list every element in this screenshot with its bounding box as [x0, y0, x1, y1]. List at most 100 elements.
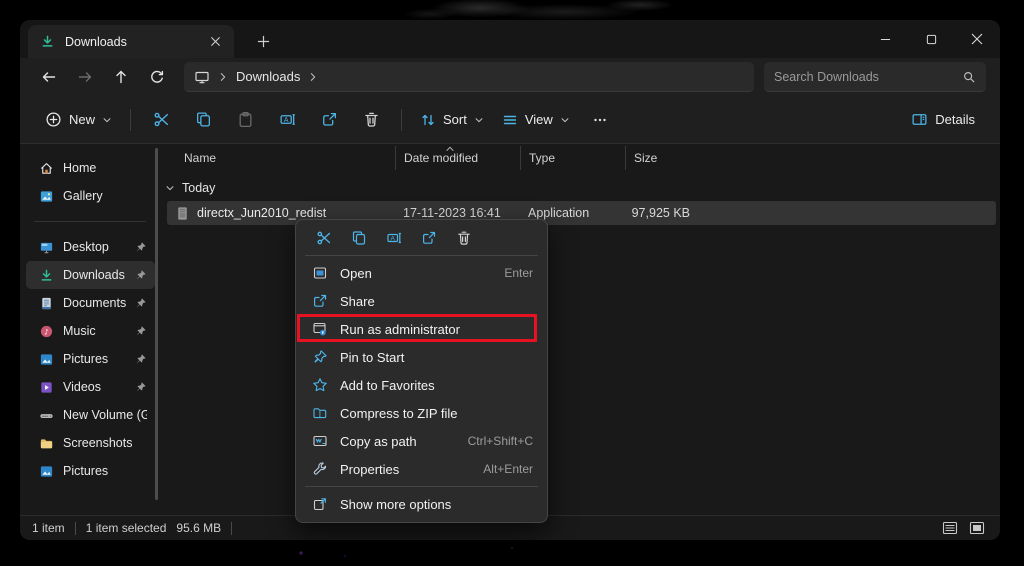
sidebar-item-label: Videos: [63, 380, 101, 394]
pin-to-start-icon: [312, 349, 328, 365]
maximize-button[interactable]: [908, 20, 954, 58]
home-icon: [39, 161, 54, 176]
search-input[interactable]: [774, 70, 962, 84]
close-button[interactable]: [954, 20, 1000, 58]
file-size: 97,925 KB: [625, 206, 700, 220]
copy-as-path-icon: [312, 433, 328, 449]
menu-item-label: Compress to ZIP file: [340, 406, 458, 421]
file-name: directx_Jun2010_redist: [197, 206, 326, 220]
new-button[interactable]: New: [36, 104, 121, 135]
sidebar-item-pictures-2[interactable]: Pictures: [26, 457, 155, 485]
view-button-label: View: [525, 112, 553, 127]
share-icon[interactable]: [411, 224, 446, 252]
up-icon[interactable]: [106, 62, 136, 92]
delete-icon[interactable]: [446, 224, 481, 252]
back-icon[interactable]: [34, 62, 64, 92]
copy-icon[interactable]: [341, 224, 376, 252]
menu-item-label: Share: [340, 294, 375, 309]
sidebar-item-label: Documents: [63, 296, 126, 310]
music-icon: ♪: [39, 324, 54, 339]
delete-icon[interactable]: [353, 104, 389, 136]
cut-icon[interactable]: [143, 104, 179, 136]
sort-ascending-icon: [445, 145, 455, 153]
sidebar-item-documents[interactable]: Documents: [26, 289, 155, 317]
search-icon[interactable]: [962, 70, 976, 84]
menu-item-label: Open: [340, 266, 372, 281]
desktop-icon: [39, 240, 54, 255]
details-view-icon[interactable]: [939, 519, 961, 537]
minimize-button[interactable]: [862, 20, 908, 58]
wrench-icon: [312, 461, 328, 477]
sidebar-scrollbar[interactable]: [155, 148, 158, 500]
tab-title: Downloads: [65, 35, 194, 49]
paste-icon[interactable]: [227, 104, 263, 136]
sort-button-label: Sort: [443, 112, 467, 127]
sidebar-item-downloads[interactable]: Downloads: [26, 261, 155, 289]
details-pane-icon: [911, 111, 928, 128]
column-header-name[interactable]: Name: [160, 146, 395, 170]
forward-icon[interactable]: [70, 62, 100, 92]
search-box[interactable]: [764, 62, 986, 92]
sidebar-item-new-volume[interactable]: New Volume (G:: [26, 401, 155, 429]
selection-count: 1 item selected: [86, 521, 167, 535]
command-bar: New A Sort: [20, 96, 1000, 144]
sidebar-item-label: Music: [63, 324, 96, 338]
plus-circle-icon: [45, 111, 62, 128]
file-row-selected[interactable]: directx_Jun2010_redist 17-11-2023 16:41 …: [160, 201, 1000, 225]
column-header-size[interactable]: Size: [625, 146, 700, 170]
share-icon[interactable]: [311, 104, 347, 136]
refresh-icon[interactable]: [142, 62, 172, 92]
show-more-options-icon: [312, 496, 328, 512]
videos-icon: [39, 380, 54, 395]
chevron-right-icon[interactable]: [308, 72, 318, 82]
rename-icon[interactable]: A: [376, 224, 411, 252]
menu-item-compress-to-zip[interactable]: Compress to ZIP file: [300, 399, 543, 427]
menu-item-label: Properties: [340, 462, 399, 477]
navigation-bar: Downloads: [20, 58, 1000, 96]
sidebar-item-desktop[interactable]: Desktop: [26, 233, 155, 261]
this-pc-icon[interactable]: [194, 69, 210, 85]
status-divider: [231, 522, 232, 535]
copy-icon[interactable]: [185, 104, 221, 136]
sidebar-item-home[interactable]: Home: [26, 154, 155, 182]
chevron-down-icon: [165, 183, 175, 193]
details-button[interactable]: Details: [902, 104, 984, 135]
large-thumbnails-view-icon[interactable]: [966, 519, 988, 537]
new-tab-button[interactable]: [248, 26, 278, 56]
sidebar-item-gallery[interactable]: Gallery: [26, 182, 155, 210]
tab-close-icon[interactable]: [204, 31, 226, 53]
menu-item-properties[interactable]: Properties Alt+Enter: [300, 455, 543, 483]
download-icon: [39, 268, 54, 283]
column-header-type[interactable]: Type: [520, 146, 625, 170]
sidebar-item-music[interactable]: ♪ Music: [26, 317, 155, 345]
chevron-right-icon: [218, 72, 228, 82]
menu-item-open[interactable]: Open Enter: [300, 259, 543, 287]
breadcrumb-item-downloads[interactable]: Downloads: [236, 69, 300, 84]
toolbar-divider: [401, 109, 402, 131]
sidebar-item-videos[interactable]: Videos: [26, 373, 155, 401]
sidebar-item-pictures[interactable]: Pictures: [26, 345, 155, 373]
column-header-date-modified[interactable]: Date modified: [395, 146, 520, 170]
svg-text:A: A: [283, 117, 288, 124]
sidebar-item-label: Pictures: [63, 464, 108, 478]
menu-item-add-to-favorites[interactable]: Add to Favorites: [300, 371, 543, 399]
rename-icon[interactable]: A: [269, 104, 305, 136]
sidebar-item-screenshots[interactable]: Screenshots: [26, 429, 155, 457]
sidebar-item-label: Desktop: [63, 240, 109, 254]
view-button[interactable]: View: [493, 105, 579, 135]
menu-item-show-more-options[interactable]: Show more options: [300, 490, 543, 518]
cut-icon[interactable]: [306, 224, 341, 252]
chevron-down-icon: [474, 115, 484, 125]
drive-icon: [39, 408, 54, 423]
tab-downloads[interactable]: Downloads: [28, 25, 234, 58]
navigation-pane: Home Gallery Desktop Downloads Documents: [20, 144, 160, 515]
menu-item-copy-as-path[interactable]: Copy as path Ctrl+Shift+C: [300, 427, 543, 455]
sort-button[interactable]: Sort: [411, 105, 493, 135]
group-header-today[interactable]: Today: [165, 181, 1000, 195]
more-options-icon[interactable]: [582, 104, 618, 136]
menu-item-share[interactable]: Share: [300, 287, 543, 315]
menu-item-pin-to-start[interactable]: Pin to Start: [300, 343, 543, 371]
breadcrumb[interactable]: Downloads: [184, 62, 754, 92]
menu-item-run-as-administrator[interactable]: Run as administrator: [300, 315, 543, 343]
pin-icon: [135, 241, 147, 253]
